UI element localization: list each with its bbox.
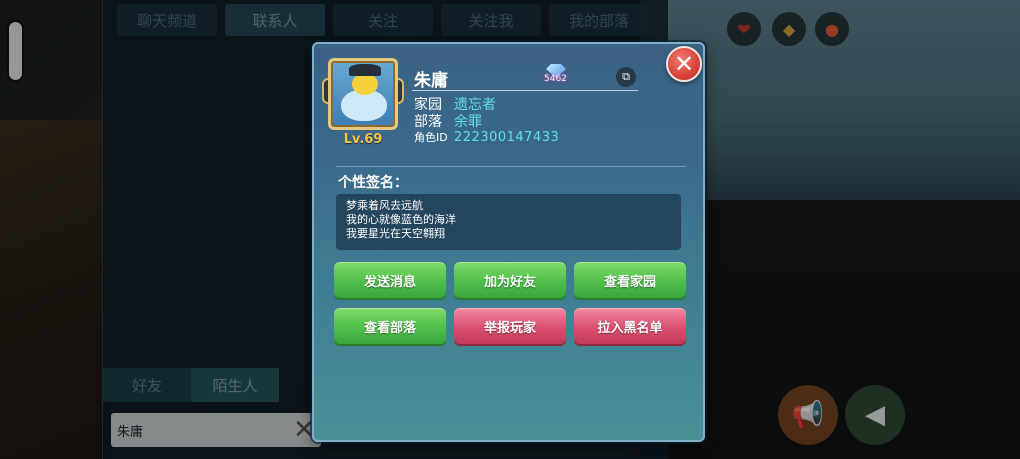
role-id-row: 角色ID 222300147433 — [414, 129, 559, 145]
pirate-hat-icon — [349, 64, 381, 76]
send-message-button[interactable]: 发送消息 — [334, 262, 446, 298]
role-id-value: 222300147433 — [454, 130, 560, 145]
avatar — [328, 58, 398, 130]
duck-icon — [352, 73, 378, 95]
blacklist-button[interactable]: 拉入黑名单 — [574, 308, 686, 344]
name-divider — [412, 90, 638, 91]
report-player-button[interactable]: 举报玩家 — [454, 308, 566, 344]
copy-button[interactable]: ⧉ — [616, 67, 636, 87]
signature-box: 梦乘着风去远航 我的心就像蓝色的海洋 我要星光在天空翱翔 — [336, 194, 681, 250]
signature-line: 梦乘着风去远航 — [346, 199, 423, 212]
copy-icon: ⧉ — [622, 70, 630, 83]
player-level: Lv.69 — [343, 132, 383, 147]
close-icon: ✕ — [673, 50, 695, 78]
player-name: 朱庸 — [414, 71, 448, 91]
add-friend-button[interactable]: 加为好友 — [454, 262, 566, 298]
role-id-label: 角色ID — [414, 131, 448, 144]
signature-line: 我的心就像蓝色的海洋 — [346, 213, 456, 226]
section-divider — [336, 166, 686, 167]
diamond-badge: 5462 — [540, 62, 574, 88]
close-button[interactable]: ✕ — [666, 46, 702, 82]
signature-title: 个性签名： — [338, 175, 408, 191]
tribe-label: 部落 — [414, 114, 442, 130]
signature-line: 我要星光在天空翱翔 — [346, 227, 445, 240]
tribe-value[interactable]: 余罪 — [454, 114, 482, 130]
diamond-count: 5462 — [544, 74, 567, 84]
view-home-button[interactable]: 查看家园 — [574, 262, 686, 298]
view-tribe-button[interactable]: 查看部落 — [334, 308, 446, 344]
tribe-row: 部落 余罪 — [414, 111, 482, 131]
player-profile-popup: Lv.69 朱庸 5462 ⧉ 家园 遗忘者 部落 余罪 角色ID 222300147… — [312, 42, 705, 442]
